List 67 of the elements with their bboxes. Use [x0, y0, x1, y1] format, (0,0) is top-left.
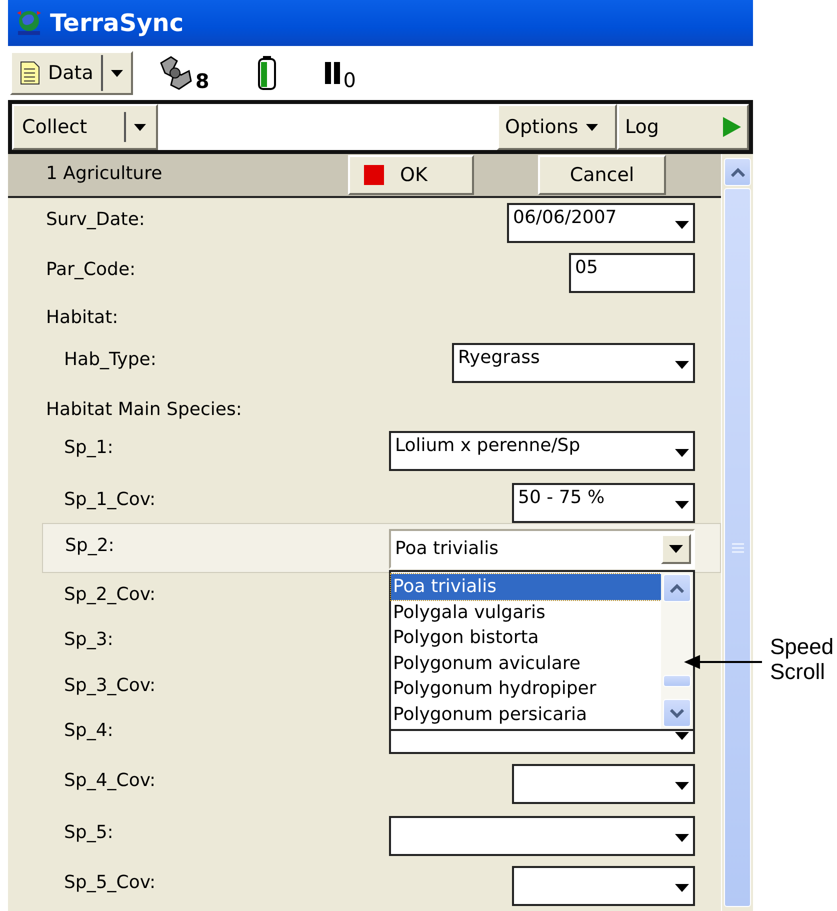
list-item[interactable]: Polygonum hydropiper — [391, 676, 661, 702]
options-menu-button[interactable]: Options — [497, 104, 617, 150]
scroll-down-icon[interactable] — [663, 699, 691, 727]
dropdown-field[interactable]: Lolium x perenne/Sp — [389, 431, 695, 471]
dropdown-list[interactable]: Poa trivialis Polygala vulgaris Polygon bistorta Polygonum aviculare Polygonum hydropiper Polygonum persicaria — [389, 570, 695, 731]
field-label: Surv_Date: — [46, 208, 145, 232]
group-heading: Habitat Main Species: — [46, 398, 242, 422]
dropdown-field[interactable]: Poa trivialis — [389, 529, 695, 569]
data-menu-button[interactable]: Data — [10, 51, 134, 95]
caret-icon — [675, 884, 689, 892]
stop-icon — [364, 165, 384, 185]
cancel-button[interactable]: Cancel — [538, 155, 666, 195]
scroll-thumb[interactable] — [663, 675, 691, 687]
satellite-count: 8 — [195, 71, 210, 91]
field-label: Sp_4_Cov: — [64, 769, 156, 793]
caret-icon — [111, 70, 124, 76]
satellite-icon[interactable] — [157, 55, 194, 91]
field-label: Par_Code: — [46, 258, 136, 282]
list-item[interactable]: Polygonum aviculare — [391, 650, 661, 676]
scroll-thumb[interactable] — [724, 188, 751, 907]
document-icon — [20, 61, 40, 85]
list-item[interactable]: Polygala vulgaris — [391, 600, 661, 625]
selected-row[interactable]: Sp_2: Poa trivialis — [42, 523, 721, 573]
caret-icon — [586, 124, 598, 130]
caret-icon — [675, 361, 689, 369]
speed-scroll-bar[interactable] — [661, 572, 693, 729]
field-label: Sp_5_Cov: — [64, 871, 156, 895]
dropdown-field[interactable] — [389, 816, 695, 856]
field-label: Sp_1_Cov: — [64, 488, 156, 512]
caret-icon — [675, 449, 689, 457]
signal-count: 0 — [343, 70, 356, 90]
scroll-up-icon[interactable] — [663, 574, 691, 602]
play-icon — [723, 117, 741, 137]
dropdown-field[interactable] — [512, 866, 695, 906]
dropdown-field[interactable]: 50 - 75 % — [512, 483, 695, 523]
caret-icon — [669, 545, 683, 553]
field-label: Hab_Type: — [64, 348, 156, 372]
dropdown-field[interactable]: Ryegrass — [452, 343, 695, 383]
field-label: Sp_5: — [64, 821, 114, 845]
caret-icon — [675, 221, 689, 229]
field-label: Sp_2_Cov: — [64, 583, 156, 607]
callout-label: Speed Scroll — [770, 634, 830, 685]
input-field[interactable]: 05 — [569, 253, 695, 293]
feature-name: 1 Agriculture — [45, 162, 164, 186]
dropdown-field[interactable] — [512, 764, 695, 804]
field-label: Sp_3_Cov: — [64, 674, 156, 698]
field-label: Sp_1: — [64, 436, 114, 460]
scroll-up-icon[interactable] — [724, 158, 751, 186]
caret-icon — [134, 124, 146, 130]
caret-icon — [675, 834, 689, 842]
field-label: Sp_3: — [64, 628, 114, 652]
window-title: TerraSync — [50, 8, 184, 39]
list-item[interactable]: Poa trivialis — [391, 574, 661, 600]
scroll-bar[interactable] — [721, 154, 753, 911]
log-button[interactable]: Log — [617, 104, 749, 150]
ok-button[interactable]: OK — [348, 155, 474, 195]
signal-bars-icon[interactable] — [325, 62, 342, 84]
caret-icon — [675, 501, 689, 509]
caret-icon — [675, 782, 689, 790]
list-item[interactable]: Polygonum persicaria — [391, 702, 661, 727]
field-label: Sp_2: — [65, 534, 114, 558]
group-heading: Habitat: — [46, 306, 118, 330]
battery-icon[interactable] — [257, 55, 278, 91]
dropdown-field[interactable]: 06/06/2007 — [507, 203, 695, 243]
field-label: Sp_4: — [64, 719, 114, 743]
list-item[interactable]: Polygon bistorta — [391, 625, 661, 650]
collect-dropdown[interactable]: Collect — [12, 104, 158, 150]
